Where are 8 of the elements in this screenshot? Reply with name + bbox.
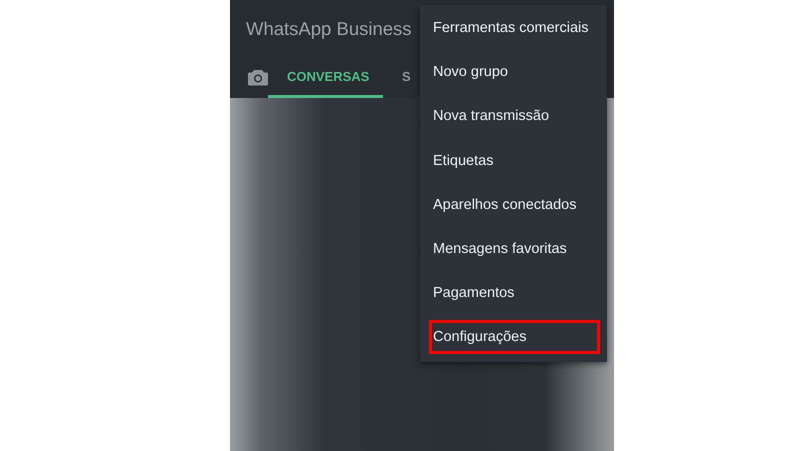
menu-item[interactable]: Mensagens favoritas bbox=[420, 226, 607, 272]
menu-item[interactable]: Configurações bbox=[429, 320, 600, 354]
camera-icon[interactable] bbox=[248, 69, 268, 86]
app-title: WhatsApp Business bbox=[246, 17, 412, 40]
menu-item[interactable]: Pagamentos bbox=[420, 271, 607, 316]
menu-item[interactable]: Etiquetas bbox=[420, 138, 607, 183]
menu-item[interactable]: Ferramentas comerciais bbox=[420, 6, 607, 50]
menu-item[interactable]: Aparelhos conectados bbox=[420, 182, 607, 227]
